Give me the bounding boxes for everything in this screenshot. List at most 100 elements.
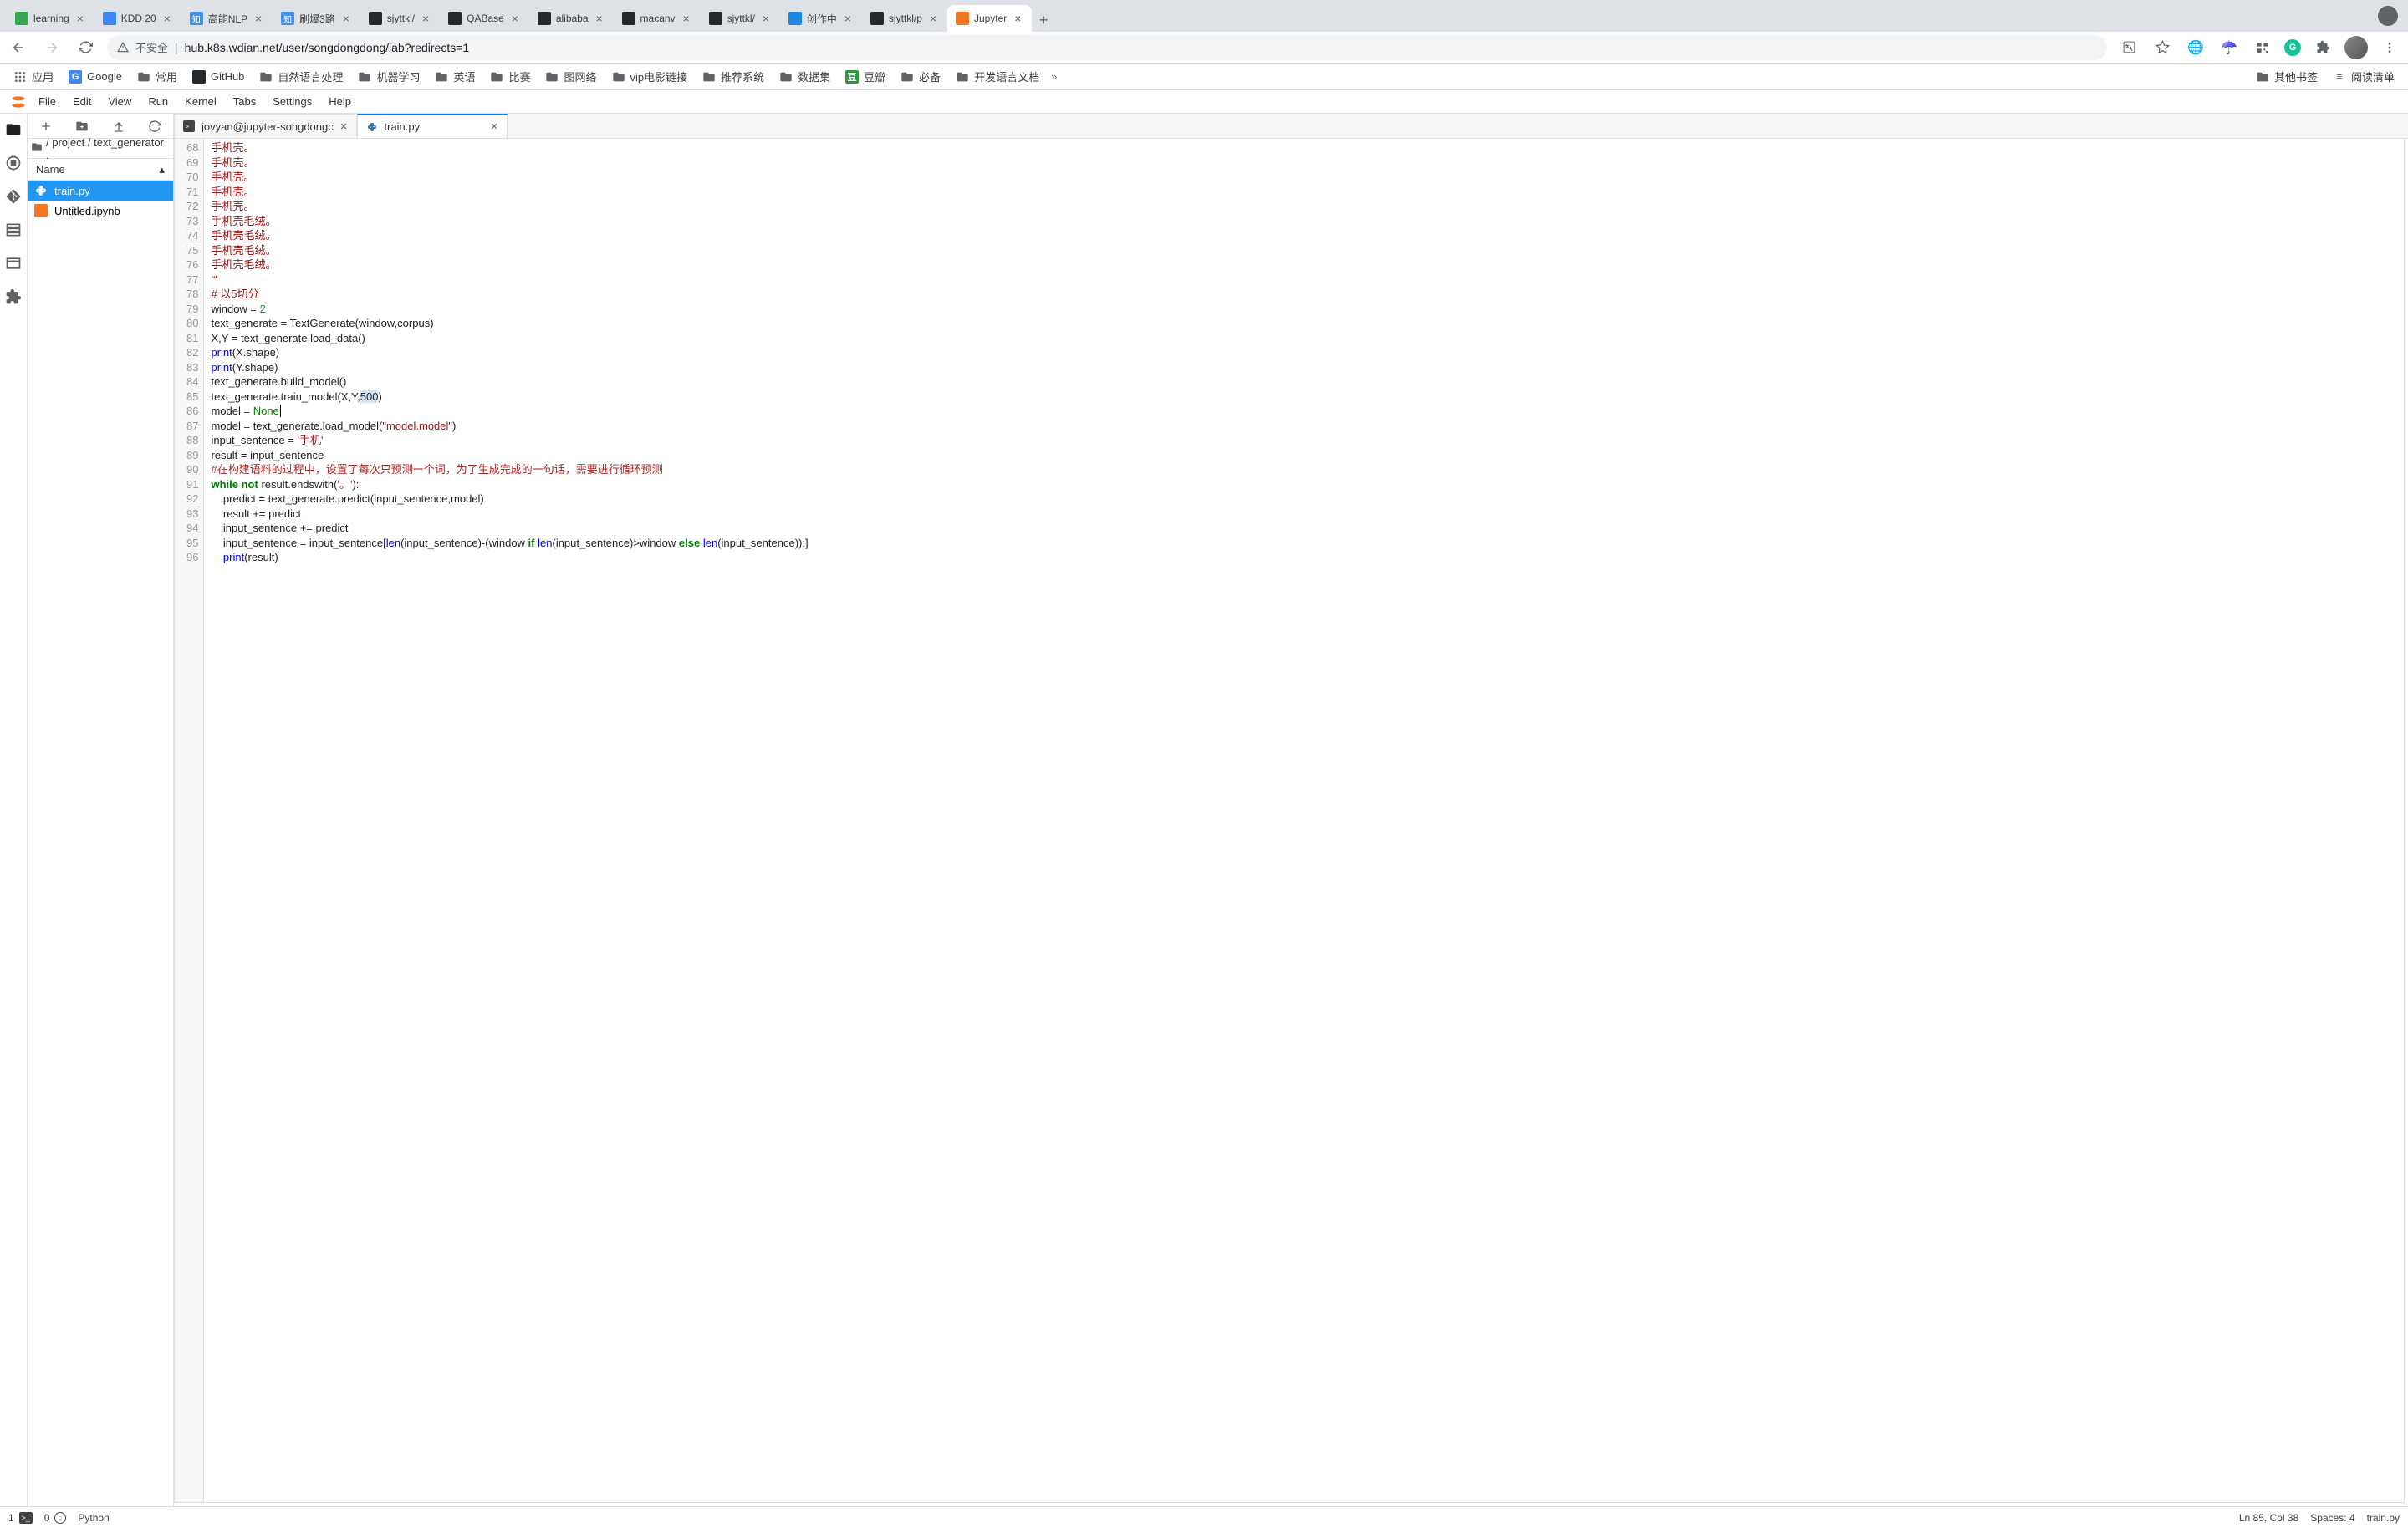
ext-qr-icon[interactable] xyxy=(2251,36,2274,59)
code-line[interactable]: print(result) xyxy=(211,550,808,565)
editor-tab[interactable]: >_jovyan@jupyter-songdongc× xyxy=(174,114,357,138)
status-cursor[interactable]: Ln 85, Col 38 xyxy=(2239,1512,2298,1524)
browser-tab[interactable]: sjyttkl/× xyxy=(701,5,780,32)
bookmark-item[interactable]: 机器学习 xyxy=(351,65,426,88)
code-line[interactable]: 手机壳。 xyxy=(211,155,808,171)
bookmark-item[interactable]: 自然语言处理 xyxy=(253,65,349,88)
close-icon[interactable]: × xyxy=(161,13,173,24)
code-line[interactable]: input_sentence = '手机' xyxy=(211,433,808,448)
menu-help[interactable]: Help xyxy=(320,92,360,111)
menu-view[interactable]: View xyxy=(99,92,140,111)
close-icon[interactable]: × xyxy=(491,120,498,134)
extensions-icon[interactable] xyxy=(2311,36,2334,59)
bookmark-item[interactable]: 英语 xyxy=(428,65,482,88)
address-bar[interactable]: 不安全 | hub.k8s.wdian.net/user/songdongdon… xyxy=(107,35,2107,60)
code-line[interactable]: 手机壳毛绒。 xyxy=(211,214,808,229)
close-icon[interactable]: × xyxy=(420,13,431,24)
menu-kernel[interactable]: Kernel xyxy=(176,92,225,111)
bookmark-item[interactable]: 必备 xyxy=(894,65,947,88)
breadcrumb[interactable]: / project / text_generator . xyxy=(28,139,173,159)
browser-tab[interactable]: 知刷爆3路× xyxy=(273,5,360,32)
browser-tab[interactable]: Jupyter× xyxy=(947,5,1032,32)
bookmark-item[interactable]: 开发语言文档 xyxy=(949,65,1046,88)
bookmark-item[interactable]: 数据集 xyxy=(773,65,837,88)
bookmark-item[interactable]: 常用 xyxy=(130,65,184,88)
close-icon[interactable]: × xyxy=(927,13,939,24)
code-line[interactable]: input_sentence = input_sentence[len(inpu… xyxy=(211,536,808,551)
menu-tabs[interactable]: Tabs xyxy=(225,92,264,111)
file-row[interactable]: train.py xyxy=(28,181,173,201)
status-language[interactable]: Python xyxy=(78,1512,109,1524)
browser-avatar[interactable] xyxy=(2378,6,2398,26)
menu-file[interactable]: File xyxy=(30,92,64,111)
close-icon[interactable]: × xyxy=(74,13,86,24)
running-icon[interactable] xyxy=(4,154,23,172)
bookmark-item[interactable]: 其他书签 xyxy=(2249,65,2324,88)
code-line[interactable]: 手机壳。 xyxy=(211,185,808,200)
star-icon[interactable] xyxy=(2150,36,2174,59)
upload-button[interactable] xyxy=(110,118,127,135)
ext-globe-icon[interactable]: 🌐 xyxy=(2184,36,2207,59)
code-line[interactable]: 手机壳毛绒。 xyxy=(211,257,808,272)
reload-button[interactable] xyxy=(74,36,97,59)
code-line[interactable]: # 以5切分 xyxy=(211,287,808,302)
code-line[interactable]: 手机壳。 xyxy=(211,140,808,155)
menu-edit[interactable]: Edit xyxy=(64,92,99,111)
tabs-icon[interactable] xyxy=(4,254,23,272)
code-line[interactable]: model = None xyxy=(211,404,808,419)
browser-tab[interactable]: learning× xyxy=(7,5,94,32)
code-line[interactable]: text_generate = TextGenerate(window,corp… xyxy=(211,316,808,331)
bookmark-item[interactable]: 比赛 xyxy=(483,65,537,88)
bookmark-item[interactable]: GitHub xyxy=(186,67,251,87)
code-editor[interactable]: 6869707172737475767778798081828384858687… xyxy=(174,139,2405,1503)
menu-settings[interactable]: Settings xyxy=(264,92,320,111)
commands-icon[interactable] xyxy=(4,221,23,239)
bookmark-item[interactable]: 图网络 xyxy=(538,65,603,88)
code-line[interactable]: input_sentence += predict xyxy=(211,521,808,536)
code-line[interactable]: result = input_sentence xyxy=(211,448,808,463)
status-terminals[interactable]: 1 >_ xyxy=(8,1512,33,1524)
close-icon[interactable]: × xyxy=(253,13,264,24)
code-line[interactable]: 手机壳毛绒。 xyxy=(211,243,808,258)
browser-tab[interactable]: KDD 20× xyxy=(94,5,181,32)
browser-tab[interactable]: alibaba× xyxy=(529,5,614,32)
status-filename[interactable]: train.py xyxy=(2367,1512,2400,1524)
bookmark-item[interactable]: 豆豆瓣 xyxy=(839,65,892,88)
code-line[interactable]: text_generate.build_model() xyxy=(211,374,808,390)
bookmark-item[interactable]: GGoogle xyxy=(62,67,129,87)
browser-tab[interactable]: sjyttkl/p× xyxy=(862,5,947,32)
code-line[interactable]: predict = text_generate.predict(input_se… xyxy=(211,492,808,507)
file-list-header[interactable]: Name ▴ xyxy=(28,159,173,181)
apps-button[interactable]: 应用 xyxy=(7,65,60,88)
close-icon[interactable]: × xyxy=(509,13,521,24)
status-spaces[interactable]: Spaces: 4 xyxy=(2310,1512,2354,1524)
menu-run[interactable]: Run xyxy=(140,92,176,111)
status-kernels[interactable]: 0 xyxy=(44,1512,67,1524)
forward-button[interactable] xyxy=(40,36,64,59)
back-button[interactable] xyxy=(7,36,30,59)
code-line[interactable]: result += predict xyxy=(211,507,808,522)
close-icon[interactable]: × xyxy=(842,13,854,24)
file-browser-icon[interactable] xyxy=(4,120,23,139)
refresh-button[interactable] xyxy=(146,118,163,135)
code-content[interactable]: 手机壳。手机壳。手机壳。手机壳。手机壳。手机壳毛绒。手机壳毛绒。手机壳毛绒。手机… xyxy=(204,139,814,1502)
close-icon[interactable]: × xyxy=(681,13,692,24)
close-icon[interactable]: × xyxy=(340,120,348,134)
new-folder-button[interactable] xyxy=(74,118,90,135)
bookmarks-overflow[interactable]: » xyxy=(1048,67,1060,86)
editor-tab[interactable]: train.py× xyxy=(357,114,508,138)
code-line[interactable]: print(Y.shape) xyxy=(211,360,808,375)
menu-icon[interactable] xyxy=(2378,36,2401,59)
close-icon[interactable]: × xyxy=(594,13,605,24)
browser-tab[interactable]: macanv× xyxy=(614,5,701,32)
profile-avatar[interactable] xyxy=(2344,36,2368,59)
code-line[interactable]: #在构建语料的过程中，设置了每次只预测一个词，为了生成完成的一句话，需要进行循环… xyxy=(211,462,808,477)
extension-manager-icon[interactable] xyxy=(4,288,23,306)
browser-tab[interactable]: 知高能NLP× xyxy=(181,5,273,32)
code-line[interactable]: while not result.endswith('。'): xyxy=(211,477,808,492)
ext-umbrella-icon[interactable]: ☂️ xyxy=(2217,36,2241,59)
code-line[interactable]: model = text_generate.load_model("model.… xyxy=(211,419,808,434)
git-icon[interactable] xyxy=(4,187,23,206)
browser-tab[interactable]: QABase× xyxy=(440,5,529,32)
code-line[interactable]: print(X.shape) xyxy=(211,345,808,360)
